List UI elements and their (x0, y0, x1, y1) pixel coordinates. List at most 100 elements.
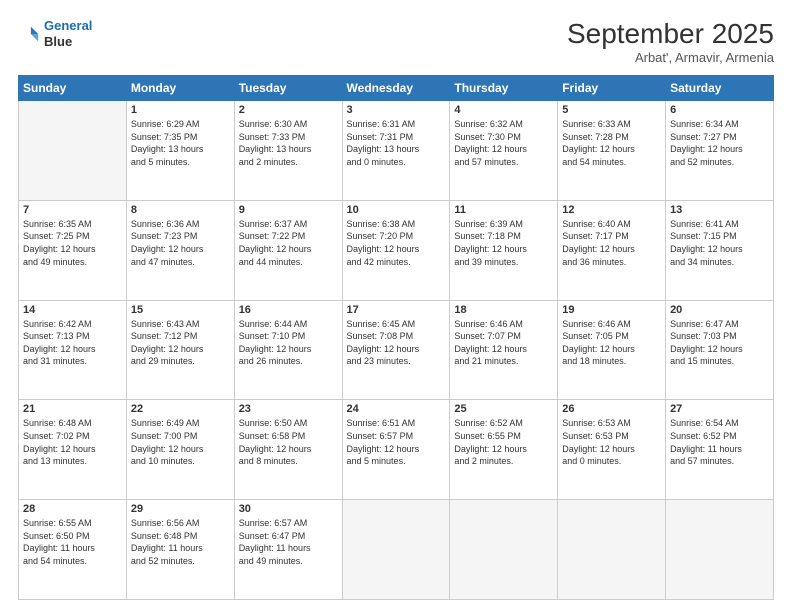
header-friday: Friday (558, 76, 666, 101)
day-info: Sunrise: 6:50 AMSunset: 6:58 PMDaylight:… (239, 417, 338, 467)
day-info: Sunrise: 6:32 AMSunset: 7:30 PMDaylight:… (454, 118, 553, 168)
header-monday: Monday (126, 76, 234, 101)
table-row: 3 Sunrise: 6:31 AMSunset: 7:31 PMDaylight… (342, 101, 450, 201)
day-number: 23 (239, 403, 338, 415)
table-row: 5 Sunrise: 6:33 AMSunset: 7:28 PMDaylight… (558, 101, 666, 201)
day-number: 30 (239, 503, 338, 515)
day-number: 22 (131, 403, 230, 415)
table-row: 25 Sunrise: 6:52 AMSunset: 6:55 PMDayligh… (450, 400, 558, 500)
table-row: 14 Sunrise: 6:42 AMSunset: 7:13 PMDayligh… (19, 300, 127, 400)
day-number: 5 (562, 104, 661, 116)
table-row: 8 Sunrise: 6:36 AMSunset: 7:23 PMDaylight… (126, 200, 234, 300)
day-info: Sunrise: 6:49 AMSunset: 7:00 PMDaylight:… (131, 417, 230, 467)
day-number: 3 (347, 104, 446, 116)
table-row: 9Sunrise: 6:37 AMSunset: 7:22 PMDaylight… (234, 200, 342, 300)
day-number: 2 (239, 104, 338, 116)
calendar-subtitle: Arbat', Armavir, Armenia (567, 50, 774, 65)
day-number: 16 (239, 304, 338, 316)
day-info: Sunrise: 6:44 AMSunset: 7:10 PMDaylight:… (239, 318, 338, 368)
day-info: Sunrise: 6:41 AMSunset: 7:15 PMDaylight:… (670, 218, 769, 268)
header-wednesday: Wednesday (342, 76, 450, 101)
day-info: Sunrise: 6:57 AMSunset: 6:47 PMDaylight:… (239, 517, 338, 567)
header-sunday: Sunday (19, 76, 127, 101)
table-row (342, 500, 450, 600)
table-row (666, 500, 774, 600)
day-number: 1 (131, 104, 230, 116)
day-info: Sunrise: 6:46 AMSunset: 7:05 PMDaylight:… (562, 318, 661, 368)
header-thursday: Thursday (450, 76, 558, 101)
table-row: 16 Sunrise: 6:44 AMSunset: 7:10 PMDayligh… (234, 300, 342, 400)
day-info: Sunrise: 6:52 AMSunset: 6:55 PMDaylight:… (454, 417, 553, 467)
table-row: 15 Sunrise: 6:43 AMSunset: 7:12 PMDayligh… (126, 300, 234, 400)
day-number: 24 (347, 403, 446, 415)
day-info: Sunrise: 6:48 AMSunset: 7:02 PMDaylight:… (23, 417, 122, 467)
weekday-header-row: Sunday Monday Tuesday Wednesday Thursday… (19, 76, 774, 101)
calendar-week-row: 28Sunrise: 6:55 AMSunset: 6:50 PMDayligh… (19, 500, 774, 600)
day-info: Sunrise: 6:30 AMSunset: 7:33 PMDaylight:… (239, 118, 338, 168)
day-info: Sunrise: 6:33 AMSunset: 7:28 PMDaylight:… (562, 118, 661, 168)
table-row: 7 Sunrise: 6:35 AMSunset: 7:25 PMDaylight… (19, 200, 127, 300)
logo: General Blue (18, 18, 92, 49)
day-number: 7 (23, 204, 122, 216)
table-row: 20Sunrise: 6:47 AMSunset: 7:03 PMDayligh… (666, 300, 774, 400)
day-number: 18 (454, 304, 553, 316)
day-number: 21 (23, 403, 122, 415)
day-number: 25 (454, 403, 553, 415)
table-row: 28Sunrise: 6:55 AMSunset: 6:50 PMDayligh… (19, 500, 127, 600)
day-number: 4 (454, 104, 553, 116)
table-row: 18Sunrise: 6:46 AMSunset: 7:07 PMDayligh… (450, 300, 558, 400)
table-row: 27Sunrise: 6:54 AMSunset: 6:52 PMDayligh… (666, 400, 774, 500)
day-info: Sunrise: 6:35 AMSunset: 7:25 PMDaylight:… (23, 218, 122, 268)
table-row: 13 Sunrise: 6:41 AMSunset: 7:15 PMDayligh… (666, 200, 774, 300)
logo-text: General Blue (44, 18, 92, 49)
day-info: Sunrise: 6:38 AMSunset: 7:20 PMDaylight:… (347, 218, 446, 268)
calendar-table: Sunday Monday Tuesday Wednesday Thursday… (18, 75, 774, 600)
day-number: 13 (670, 204, 769, 216)
table-row: 19 Sunrise: 6:46 AMSunset: 7:05 PMDayligh… (558, 300, 666, 400)
day-info: Sunrise: 6:43 AMSunset: 7:12 PMDaylight:… (131, 318, 230, 368)
logo-line2: Blue (44, 34, 92, 50)
day-number: 9 (239, 204, 338, 216)
day-number: 14 (23, 304, 122, 316)
calendar-title: September 2025 (567, 18, 774, 50)
calendar-week-row: 14 Sunrise: 6:42 AMSunset: 7:13 PMDayligh… (19, 300, 774, 400)
day-info: Sunrise: 6:55 AMSunset: 6:50 PMDaylight:… (23, 517, 122, 567)
day-info: Sunrise: 6:42 AMSunset: 7:13 PMDaylight:… (23, 318, 122, 368)
table-row: 23 Sunrise: 6:50 AMSunset: 6:58 PMDayligh… (234, 400, 342, 500)
day-info: Sunrise: 6:29 AMSunset: 7:35 PMDaylight:… (131, 118, 230, 168)
table-row: 21 Sunrise: 6:48 AMSunset: 7:02 PMDayligh… (19, 400, 127, 500)
table-row: 29Sunrise: 6:56 AMSunset: 6:48 PMDayligh… (126, 500, 234, 600)
day-number: 15 (131, 304, 230, 316)
table-row: 30 Sunrise: 6:57 AMSunset: 6:47 PMDayligh… (234, 500, 342, 600)
day-number: 26 (562, 403, 661, 415)
day-number: 6 (670, 104, 769, 116)
day-info: Sunrise: 6:56 AMSunset: 6:48 PMDaylight:… (131, 517, 230, 567)
table-row: 2 Sunrise: 6:30 AMSunset: 7:33 PMDaylight… (234, 101, 342, 201)
calendar-week-row: 1 Sunrise: 6:29 AMSunset: 7:35 PMDaylight… (19, 101, 774, 201)
calendar-week-row: 7 Sunrise: 6:35 AMSunset: 7:25 PMDaylight… (19, 200, 774, 300)
day-info: Sunrise: 6:53 AMSunset: 6:53 PMDaylight:… (562, 417, 661, 467)
day-info: Sunrise: 6:45 AMSunset: 7:08 PMDaylight:… (347, 318, 446, 368)
table-row: 24 Sunrise: 6:51 AMSunset: 6:57 PMDayligh… (342, 400, 450, 500)
day-number: 19 (562, 304, 661, 316)
logo-line1: General (44, 18, 92, 33)
table-row: 22 Sunrise: 6:49 AMSunset: 7:00 PMDayligh… (126, 400, 234, 500)
table-row (558, 500, 666, 600)
day-number: 17 (347, 304, 446, 316)
table-row (19, 101, 127, 201)
table-row: 10 Sunrise: 6:38 AMSunset: 7:20 PMDayligh… (342, 200, 450, 300)
table-row: 6Sunrise: 6:34 AMSunset: 7:27 PMDaylight… (666, 101, 774, 201)
day-info: Sunrise: 6:36 AMSunset: 7:23 PMDaylight:… (131, 218, 230, 268)
day-number: 8 (131, 204, 230, 216)
day-info: Sunrise: 6:51 AMSunset: 6:57 PMDaylight:… (347, 417, 446, 467)
day-info: Sunrise: 6:31 AMSunset: 7:31 PMDaylight:… (347, 118, 446, 168)
table-row: 17 Sunrise: 6:45 AMSunset: 7:08 PMDayligh… (342, 300, 450, 400)
day-number: 10 (347, 204, 446, 216)
calendar-week-row: 21 Sunrise: 6:48 AMSunset: 7:02 PMDayligh… (19, 400, 774, 500)
day-info: Sunrise: 6:39 AMSunset: 7:18 PMDaylight:… (454, 218, 553, 268)
day-number: 27 (670, 403, 769, 415)
day-number: 20 (670, 304, 769, 316)
table-row: 1 Sunrise: 6:29 AMSunset: 7:35 PMDaylight… (126, 101, 234, 201)
header-saturday: Saturday (666, 76, 774, 101)
table-row: 12Sunrise: 6:40 AMSunset: 7:17 PMDayligh… (558, 200, 666, 300)
